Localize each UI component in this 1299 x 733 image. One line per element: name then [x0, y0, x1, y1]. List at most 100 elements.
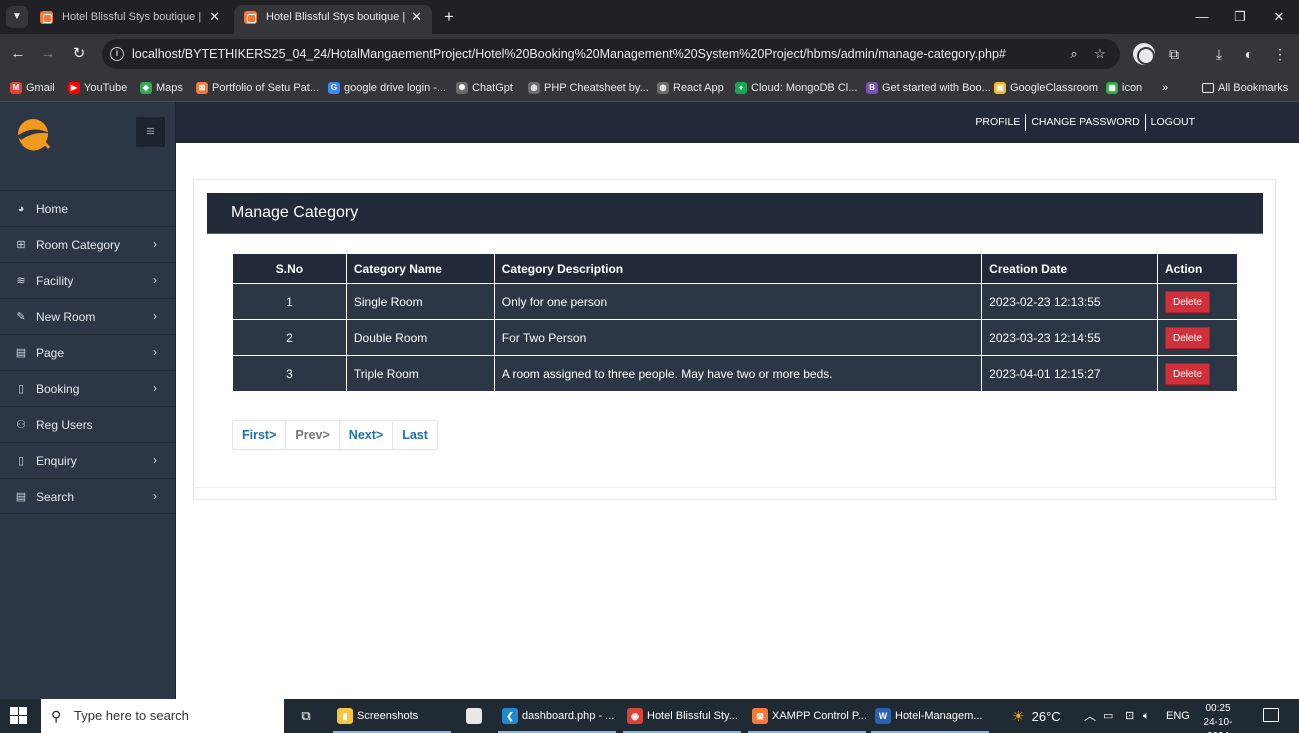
- sidebar-item-room-category[interactable]: ⊞ Room Category ›: [0, 226, 175, 262]
- bookmark-item[interactable]: Ggoogle drive login -...: [328, 79, 446, 97]
- bookmark-item[interactable]: ◍ React App: [657, 79, 724, 97]
- extensions-puzzle-icon[interactable]: ⧉: [1163, 43, 1185, 65]
- notification-center-icon[interactable]: [1263, 708, 1279, 722]
- first-page-link[interactable]: First>: [233, 421, 287, 449]
- taskbar-search-input[interactable]: ⚲ Type here to search: [41, 699, 284, 733]
- chevron-right-icon: ›: [153, 453, 157, 467]
- forward-arrow-icon[interactable]: →: [37, 43, 59, 65]
- bookmark-item[interactable]: B Get started with Boo...: [866, 79, 991, 97]
- table-icon: ⊞: [16, 239, 26, 251]
- address-bar[interactable]: i localhost/BYTETHIKERS25_04_24/HotalMan…: [102, 39, 1120, 69]
- taskbar-app-folder[interactable]: ▮ Screenshots: [333, 699, 451, 733]
- xampp-favicon-icon: [40, 11, 53, 24]
- bookmark-item[interactable]: ▣ GoogleClassroom: [994, 79, 1098, 97]
- minimize-button[interactable]: —: [1191, 6, 1213, 28]
- change-password-link[interactable]: CHANGE PASSWORD: [1026, 113, 1144, 131]
- file-icon: [466, 708, 482, 724]
- sidebar-item-new-room[interactable]: ✎ New Room ›: [0, 298, 175, 334]
- sidebar-item-label: Search: [36, 490, 75, 504]
- all-bookmarks-button[interactable]: All Bookmarks: [1202, 79, 1288, 97]
- bookmark-item[interactable]: ♦ Cloud: MongoDB Cl...: [735, 79, 857, 97]
- taskbar-clock[interactable]: 00:25 24-10-2024: [1196, 702, 1240, 733]
- bootstrap-icon: B: [866, 82, 878, 94]
- column-header-category-description: Category Description: [493, 253, 983, 284]
- bookmark-item[interactable]: M Gmail: [10, 79, 55, 97]
- sidebar-item-label: Page: [36, 346, 65, 360]
- taskbar-app-word[interactable]: W Hotel-Managem...: [871, 699, 989, 733]
- cell-category-description: For Two Person: [493, 319, 983, 356]
- delete-button[interactable]: Delete: [1165, 326, 1210, 349]
- browser-tab-2[interactable]: Hotel Blissful Stys boutique | Ad ✕: [234, 5, 432, 34]
- taskbar-app-file[interactable]: [462, 699, 490, 733]
- last-page-link[interactable]: Last: [393, 421, 437, 449]
- extension-profile-icon[interactable]: [1133, 43, 1155, 65]
- gmail-icon: M: [10, 82, 22, 94]
- close-tab-icon[interactable]: ✕: [209, 5, 220, 29]
- cell-creation-date: 2023-03-23 12:14:55: [981, 319, 1158, 356]
- layers-icon: ≋: [16, 275, 26, 287]
- sidebar-item-search[interactable]: ▤ Search ›: [0, 478, 175, 514]
- bookmark-label: React App: [673, 82, 724, 94]
- network-icon[interactable]: ⊡: [1125, 699, 1134, 733]
- close-window-button[interactable]: ✕: [1268, 6, 1290, 28]
- delete-button[interactable]: Delete: [1165, 362, 1210, 385]
- bookmark-item[interactable]: ▶ YouTube: [68, 79, 127, 97]
- taskbar-app-chrome[interactable]: ◉ Hotel Blissful Sty...: [623, 699, 741, 733]
- browser-tab-1[interactable]: Hotel Blissful Stys boutique | Ho ✕: [30, 5, 230, 34]
- next-page-link[interactable]: Next>: [340, 421, 394, 449]
- vscode-icon: ❮: [502, 708, 518, 724]
- delete-button[interactable]: Delete: [1165, 290, 1210, 313]
- bookmark-star-icon[interactable]: ☆: [1092, 46, 1108, 62]
- taskbar-app-xampp[interactable]: ⊠ XAMPP Control P...: [748, 699, 866, 733]
- close-tab-icon[interactable]: ✕: [411, 5, 422, 29]
- sidebar-item-enquiry[interactable]: ▯ Enquiry ›: [0, 442, 175, 478]
- restore-button[interactable]: ❐: [1229, 6, 1251, 28]
- globe-icon: ◍: [528, 82, 540, 94]
- kebab-menu-icon[interactable]: ⋮: [1269, 43, 1291, 65]
- new-tab-button[interactable]: +: [439, 6, 459, 28]
- logout-link[interactable]: LOGOUT: [1146, 113, 1200, 131]
- volume-icon[interactable]: 🔈︎: [1143, 699, 1150, 733]
- sidebar-item-reg-users[interactable]: ⚇ Reg Users: [0, 406, 175, 442]
- xampp-icon: ⊠: [196, 82, 208, 94]
- windows-start-icon[interactable]: [10, 707, 28, 725]
- taskbar-app-label: XAMPP Control P...: [772, 710, 866, 722]
- cell-action: Delete: [1157, 283, 1238, 320]
- sidebar-item-home[interactable]: ◕ Home: [0, 190, 175, 226]
- bookmark-label: google drive login -...: [344, 82, 447, 94]
- weather-icon: ☀: [1012, 708, 1025, 724]
- cell-sno: 1: [232, 283, 347, 320]
- bookmarks-overflow-button[interactable]: »: [1162, 79, 1168, 97]
- bookmark-item[interactable]: ✺ ChatGpt: [456, 79, 513, 97]
- site-info-icon[interactable]: i: [110, 47, 124, 61]
- weather-widget[interactable]: ☀ 26°C: [1012, 699, 1061, 733]
- bookmark-item[interactable]: ⊠ Portfolio of Setu Pat...: [196, 79, 319, 97]
- bookmark-item[interactable]: ◆ Maps: [140, 79, 183, 97]
- input-language[interactable]: ENG: [1166, 699, 1190, 733]
- sidebar-item-booking[interactable]: ▯ Booking ›: [0, 370, 175, 406]
- search-placeholder: Type here to search: [74, 708, 189, 723]
- sidebar-item-label: Facility: [36, 274, 74, 288]
- taskbar-app-vscode[interactable]: ❮ dashboard.php - ...: [498, 699, 616, 733]
- sidebar-item-facility[interactable]: ≋ Facility ›: [0, 262, 175, 298]
- sidebar-toggle-button[interactable]: ≡: [136, 117, 165, 147]
- sidebar-item-page[interactable]: ▤ Page ›: [0, 334, 175, 370]
- battery-icon[interactable]: ▭: [1103, 699, 1113, 733]
- clipboard-icon: ▯: [17, 455, 25, 467]
- reload-icon[interactable]: ↻: [68, 43, 90, 65]
- show-hidden-icons-chevron-icon[interactable]: ︿: [1084, 699, 1096, 733]
- main-content: Manage Category S.No Category Name Categ…: [176, 143, 1299, 699]
- bookmark-item[interactable]: ▦ icon: [1106, 79, 1142, 97]
- back-arrow-icon[interactable]: ←: [7, 43, 29, 65]
- zoom-icon[interactable]: ⌕: [1066, 46, 1082, 62]
- cell-category-description: A room assigned to three people. May hav…: [493, 355, 983, 392]
- bookmark-item[interactable]: ◍ PHP Cheatsheet by...: [528, 79, 649, 97]
- browser-toolbar: ← → ↻ i localhost/BYTETHIKERS25_04_24/Ho…: [0, 34, 1299, 74]
- tab-search-chevron-icon[interactable]: ▼: [6, 6, 28, 28]
- download-icon[interactable]: ⤓: [1208, 43, 1230, 65]
- admin-top-nav: PROFILE CHANGE PASSWORD LOGOUT: [176, 102, 1299, 143]
- profile-avatar-icon[interactable]: ◐: [1238, 43, 1260, 65]
- prev-page-link[interactable]: Prev>: [286, 421, 340, 449]
- profile-link[interactable]: PROFILE: [970, 113, 1025, 131]
- task-view-icon[interactable]: ⧉: [294, 699, 318, 733]
